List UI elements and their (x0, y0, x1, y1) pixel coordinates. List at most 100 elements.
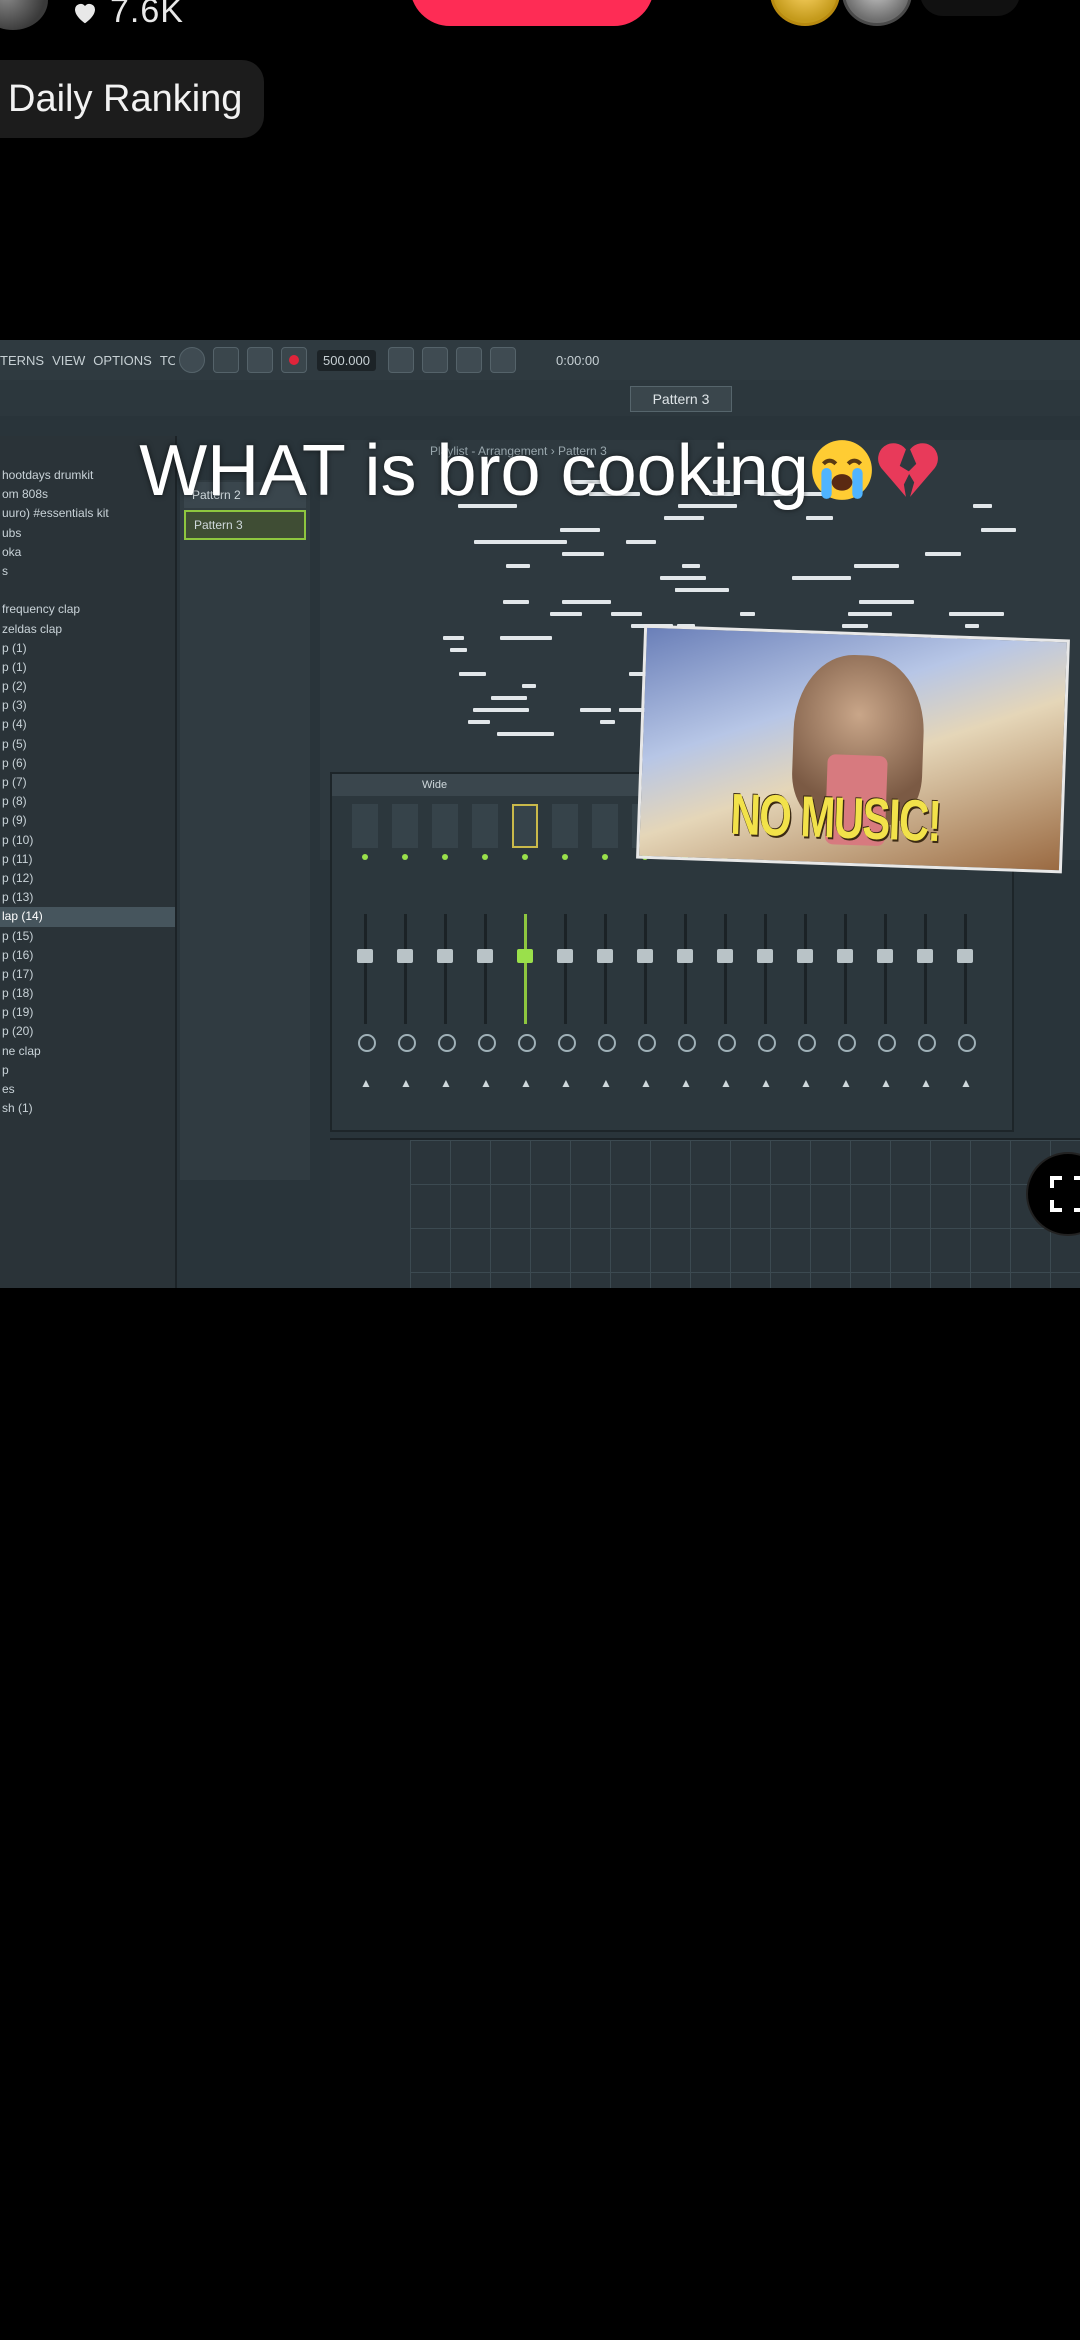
mixer-knob (918, 1034, 936, 1052)
mixer-fader (437, 949, 453, 963)
mixer-fader-slot (804, 914, 807, 1024)
mixer-route-arrow-icon: ▲ (960, 1076, 972, 1090)
mixer-route-arrow-icon: ▲ (680, 1076, 692, 1090)
playlist-note (682, 588, 717, 592)
playlist-note (842, 624, 868, 628)
mixer-knob (438, 1034, 456, 1052)
broken-heart-emoji (877, 443, 938, 497)
playlist-note (965, 624, 979, 628)
browser-item: p (2, 1062, 9, 1077)
mixer-fader-slot (484, 914, 487, 1024)
daily-ranking-label: Daily Ranking (8, 77, 243, 120)
playlist-note (925, 552, 961, 556)
mixer-led (522, 854, 528, 860)
daw-play-button (213, 347, 239, 373)
playlist-note (474, 540, 532, 544)
playlist-note (848, 612, 892, 616)
pattern-list-item-active: Pattern 3 (184, 510, 306, 540)
mixer-route-arrow-icon: ▲ (800, 1076, 812, 1090)
daily-ranking-button[interactable]: Daily Ranking (0, 60, 265, 138)
daw-menu-item: VIEW (52, 352, 86, 368)
mixer-led (602, 854, 608, 860)
likes-count: 7.6K (110, 0, 184, 30)
mixer-route-arrow-icon: ▲ (880, 1076, 892, 1090)
daw-browser-panel: hootdays drumkit om 808s uuro) #essentials… (0, 436, 177, 1288)
playlist-note (792, 576, 851, 580)
mixer-track-label (432, 804, 458, 848)
browser-item: p (5) (2, 736, 27, 751)
browser-item: p (12) (2, 870, 34, 885)
browser-item: p (16) (2, 947, 34, 962)
mixer-knob (798, 1034, 816, 1052)
mixer-knob (958, 1034, 976, 1052)
daw-song-time: 0:00:00 (556, 352, 600, 368)
mixer-led (402, 854, 408, 860)
browser-item: p (4) (2, 717, 27, 732)
top-gifter-gold-badge[interactable] (770, 0, 840, 26)
mixer-track: ▲ (512, 804, 538, 1104)
browser-item: lap (14) (0, 907, 175, 927)
playlist-note (682, 564, 700, 568)
mixer-route-arrow-icon: ▲ (400, 1076, 412, 1090)
mixer-route-arrow-icon: ▲ (840, 1076, 852, 1090)
browser-item: p (2) (2, 679, 27, 694)
browser-item: zeldas clap (2, 621, 63, 636)
daw-stop-button (247, 347, 273, 373)
daw-pattern-selector: Pattern 3 (630, 386, 732, 412)
video-caption: WHAT is bro cooking (0, 430, 1080, 512)
browser-item: sh (1) (2, 1101, 33, 1116)
browser-item: p (17) (2, 966, 34, 981)
playlist-note (459, 672, 486, 676)
mixer-fader (717, 949, 733, 963)
browser-item: p (10) (2, 832, 34, 847)
playlist-note (497, 732, 554, 736)
host-avatar[interactable] (0, 0, 48, 30)
browser-item: p (7) (2, 775, 27, 789)
playlist-note (491, 696, 527, 700)
daw-menu-item: TOOLS (159, 352, 175, 368)
browser-item: p (3) (2, 698, 27, 713)
daw-step-sequencer (330, 1138, 1080, 1288)
browser-item: p (15) (2, 928, 34, 943)
follow-button[interactable] (410, 0, 654, 26)
mixer-route-arrow-icon: ▲ (920, 1076, 932, 1090)
mixer-track: ▲ (352, 804, 378, 1104)
mixer-led (482, 854, 488, 860)
mixer-route-arrow-icon: ▲ (360, 1076, 372, 1090)
mixer-fader (837, 949, 853, 963)
browser-item: p (18) (2, 986, 34, 1001)
browser-item: p (19) (2, 1005, 34, 1020)
likes-counter: 7.6K (70, 0, 184, 31)
playlist-note (981, 528, 1016, 532)
mixer-fader (597, 949, 613, 963)
daw-menubar: TERNSVIEWOPTIONSTOOLSHELP 500.000 0:00:0… (0, 340, 1080, 380)
mixer-fader (637, 949, 653, 963)
mixer-fader (757, 949, 773, 963)
mixer-fader (477, 949, 493, 963)
mixer-knob (878, 1034, 896, 1052)
daw-record-button (281, 347, 307, 373)
viewer-count-pill[interactable] (920, 0, 1020, 16)
mixer-knob (358, 1034, 376, 1052)
mixer-fader (877, 949, 893, 963)
daw-menu-group: TERNSVIEWOPTIONSTOOLSHELP (0, 353, 175, 368)
mixer-fader-slot (924, 914, 927, 1024)
mixer-track-label (392, 804, 418, 848)
mixer-title: Wide (422, 779, 448, 791)
browser-item: p (11) (2, 851, 33, 866)
mixer-fader-slot (364, 914, 367, 1024)
mixer-track: ▲ (472, 804, 498, 1104)
playlist-note (580, 708, 611, 712)
mixer-track-label (472, 804, 498, 848)
top-gifter-silver-badge[interactable] (842, 0, 912, 26)
fullscreen-icon (1050, 1176, 1080, 1212)
playlist-note (443, 636, 464, 640)
playlist-note (500, 636, 552, 640)
playlist-note (562, 552, 604, 556)
mixer-track-label (352, 804, 378, 848)
mixer-fader (677, 949, 693, 963)
browser-item: es (2, 1082, 15, 1096)
playlist-note (600, 720, 615, 724)
mixer-route-arrow-icon: ▲ (720, 1076, 732, 1090)
mixer-fader-slot (724, 914, 727, 1024)
